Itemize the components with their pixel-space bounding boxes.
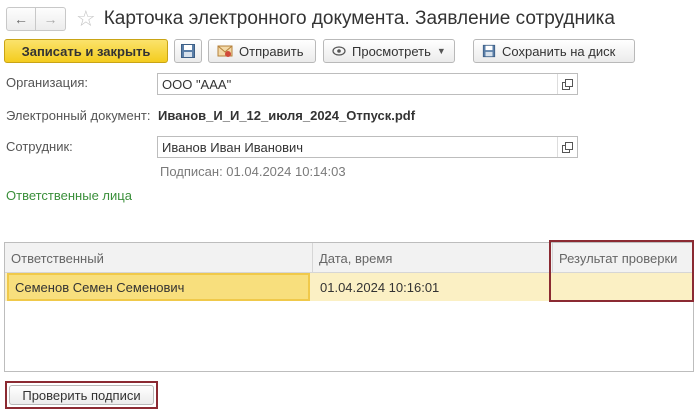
chevron-down-icon: ▼ [436, 46, 446, 56]
toolbar: Записать и закрыть Отправить Просмотреть… [4, 39, 635, 63]
favorite-star-icon[interactable]: ☆ [76, 8, 96, 30]
cell-datetime[interactable]: 01.04.2024 10:16:01 [314, 273, 552, 301]
floppy-disk-icon [482, 44, 496, 58]
employee-row: Сотрудник: [6, 139, 73, 154]
organization-label: Организация: [6, 75, 89, 90]
result-column-highlight [549, 240, 694, 302]
envelope-icon [217, 44, 233, 58]
arrow-right-icon: → [43, 11, 58, 27]
send-button-label: Отправить [239, 43, 304, 59]
column-header-datetime[interactable]: Дата, время [312, 243, 552, 273]
save-button[interactable] [174, 39, 202, 63]
open-organization-icon[interactable] [557, 74, 577, 94]
employee-field[interactable]: Иванов Иван Иванович [157, 136, 578, 158]
back-button[interactable]: ← [6, 7, 36, 31]
send-button[interactable]: Отправить [208, 39, 316, 63]
arrow-left-icon: ← [14, 11, 28, 27]
organization-value: ООО "ААА" [162, 76, 232, 92]
organization-row: Организация: [6, 75, 88, 90]
document-row: Электронный документ: [6, 108, 150, 123]
title-bar: ← → ☆ Карточка электронного документа. З… [6, 6, 696, 32]
floppy-disk-icon [181, 44, 195, 58]
save-to-disk-button[interactable]: Сохранить на диск [473, 39, 635, 63]
column-header-responsible[interactable]: Ответственный [5, 243, 312, 273]
document-label: Электронный документ: [6, 108, 151, 123]
open-employee-icon[interactable] [557, 137, 577, 157]
save-to-disk-label: Сохранить на диск [502, 43, 616, 59]
view-button-label: Просмотреть [352, 43, 431, 59]
employee-label: Сотрудник: [6, 139, 73, 154]
employee-value: Иванов Иван Иванович [162, 139, 304, 155]
save-and-close-button[interactable]: Записать и закрыть [4, 39, 168, 63]
signed-info: Подписан: 01.04.2024 10:14:03 [160, 164, 346, 179]
eye-icon [332, 46, 346, 56]
verify-signatures-highlight: Проверить подписи [5, 381, 158, 409]
organization-field[interactable]: ООО "ААА" [157, 73, 578, 95]
verify-signatures-button[interactable]: Проверить подписи [9, 385, 154, 405]
cell-responsible[interactable]: Семенов Семен Семенович [7, 273, 310, 301]
view-dropdown-button[interactable]: Просмотреть ▼ [323, 39, 455, 63]
document-value: Иванов_И_И_12_июля_2024_Отпуск.pdf [158, 108, 416, 123]
responsible-persons-header: Ответственные лица [6, 188, 132, 203]
window-title: Карточка электронного документа. Заявлен… [103, 8, 615, 29]
forward-button[interactable]: → [36, 7, 66, 31]
